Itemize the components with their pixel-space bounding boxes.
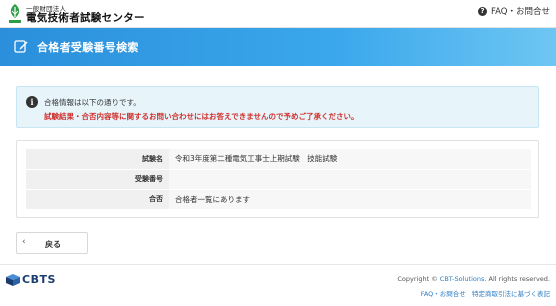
- exam-name-value: 令和3年度第二種電気工事士上期試験 技能試験: [169, 149, 531, 170]
- eitc-logo-icon[interactable]: [6, 2, 24, 24]
- table-row: 受験番号: [26, 169, 531, 190]
- footer-faq-link[interactable]: FAQ・お問合せ: [421, 290, 466, 298]
- cbts-cube-icon: [6, 273, 20, 286]
- footer-links: FAQ・お問合せ 特定商取引法に基づく表記: [421, 288, 550, 298]
- back-button-label: 戻る: [45, 240, 61, 249]
- faq-contact-link[interactable]: ? FAQ・お問合せ: [478, 5, 550, 17]
- cbts-brand: CBTS: [22, 273, 56, 286]
- pass-fail-value: 合格者一覧にあります: [169, 189, 531, 210]
- site-footer: CBTS Copyright © CBT-Solutions. All righ…: [0, 264, 556, 306]
- table-row: 試験名 令和3年度第二種電気工事士上期試験 技能試験: [26, 149, 531, 170]
- result-table: 試験名 令和3年度第二種電気工事士上期試験 技能試験 受験番号 合否 合格者一覧…: [26, 149, 531, 210]
- exam-name-label: 試験名: [26, 149, 169, 170]
- info-message: 合格情報は以下の通りです。: [44, 98, 141, 107]
- warning-message: 試験結果・合否内容等に関するお問い合わせにはお答えできませんので予めご了承くださ…: [44, 112, 359, 121]
- exam-number-value: [169, 169, 531, 190]
- info-message-box: i 合格情報は以下の通りです。 試験結果・合否内容等に関するお問い合わせにはお答…: [16, 86, 539, 128]
- result-panel: 試験名 令和3年度第二種電気工事士上期試験 技能試験 受験番号 合否 合格者一覧…: [16, 140, 539, 218]
- copyright-prefix: Copyright ©: [397, 275, 440, 283]
- cbt-solutions-link[interactable]: CBT-Solutions: [440, 275, 485, 283]
- page-title: 合格者受験番号検索: [37, 41, 139, 54]
- info-icon: i: [26, 96, 38, 108]
- footer-legal-link[interactable]: 特定商取引法に基づく表記: [472, 290, 550, 298]
- exam-number-label: 受験番号: [26, 169, 169, 190]
- page-title-bar: 合格者受験番号検索: [0, 28, 556, 66]
- copyright-suffix: . All rights reserved.: [484, 275, 550, 283]
- chevron-left-icon: ‹: [22, 237, 26, 247]
- org-name[interactable]: 電気技術者試験センター: [26, 10, 145, 25]
- table-row: 合否 合格者一覧にあります: [26, 189, 531, 210]
- help-icon: ?: [478, 6, 488, 16]
- back-button[interactable]: ‹ 戻る: [16, 232, 88, 254]
- site-header: 一般財団法人 電気技術者試験センター ? FAQ・お問合せ: [0, 0, 556, 28]
- faq-contact-label: FAQ・お問合せ: [491, 7, 550, 17]
- copyright-text: Copyright © CBT-Solutions. All rights re…: [397, 275, 550, 283]
- edit-icon: [14, 40, 28, 53]
- pass-fail-label: 合否: [26, 189, 169, 210]
- cbts-logo[interactable]: CBTS: [6, 273, 56, 286]
